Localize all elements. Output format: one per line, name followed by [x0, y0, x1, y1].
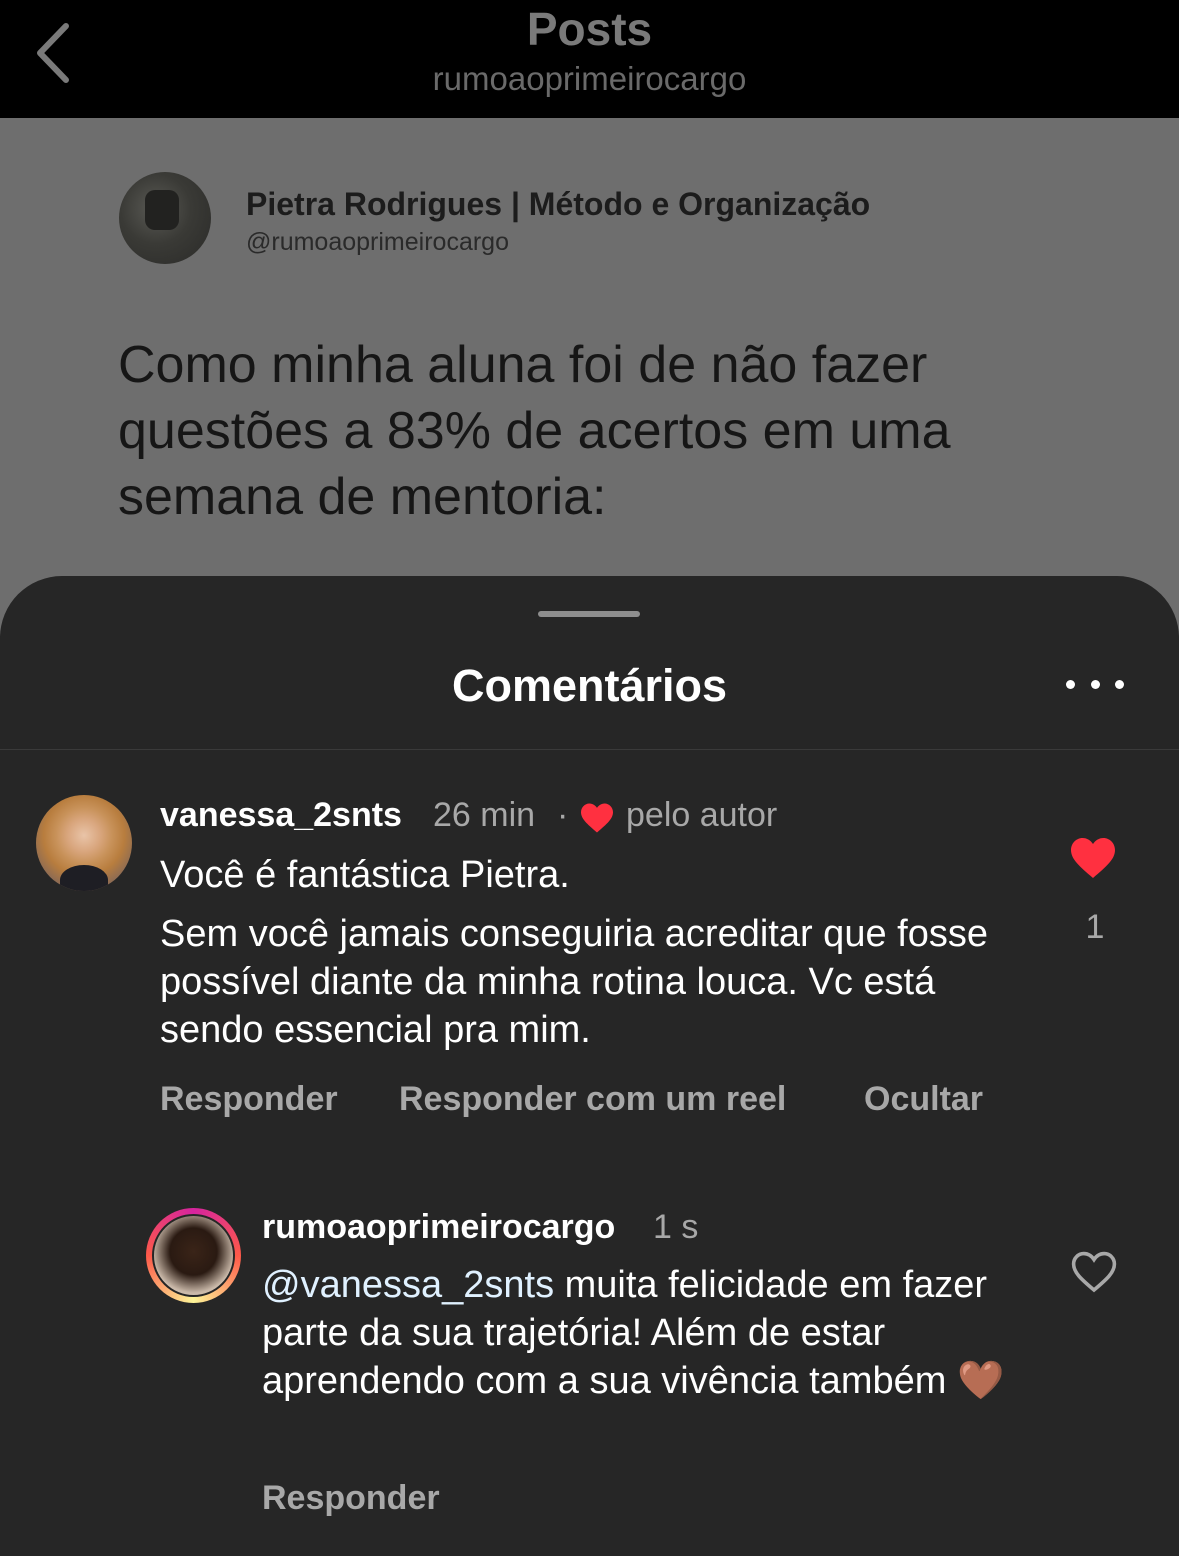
- more-dot: [1115, 679, 1124, 689]
- reply-button[interactable]: Responder: [160, 1080, 338, 1119]
- reply-like-button[interactable]: [1070, 1250, 1120, 1294]
- post-author-avatar: [119, 172, 211, 264]
- comment-like-count: 1: [1085, 908, 1105, 946]
- reply-username[interactable]: rumoaoprimeirocargo: [262, 1208, 615, 1247]
- sheet-title: Comentários: [451, 660, 728, 711]
- hide-comment-button[interactable]: Ocultar: [864, 1080, 983, 1119]
- brown-heart-emoji: 🤎: [956, 1360, 1005, 1402]
- mention-link[interactable]: @vanessa_2snts: [262, 1264, 554, 1306]
- comment-text-line1: Você é fantástica Pietra.: [160, 854, 570, 896]
- reply-text: @vanessa_2snts muita felicidade em fazer…: [262, 1261, 1022, 1405]
- comments-sheet: Comentários: [0, 576, 1179, 1556]
- comment-text-body: Sem você jamais conseguiria acreditar qu…: [160, 913, 988, 1051]
- reply-with-reel-button[interactable]: Responder com um reel: [399, 1080, 786, 1119]
- post-author-name: Pietra Rodrigues | Método e Organização: [246, 186, 871, 222]
- post-author-handle: @rumoaoprimeirocargo: [246, 228, 509, 256]
- reply-button[interactable]: Responder: [262, 1479, 440, 1518]
- nav-title: Posts: [526, 3, 653, 55]
- nav-subtitle: rumoaoprimeirocargo: [432, 60, 747, 97]
- reply-time: 1 s: [653, 1208, 699, 1246]
- sheet-drag-handle[interactable]: [538, 611, 640, 617]
- top-nav-bar: Posts rumoaoprimeirocargo: [0, 0, 1179, 118]
- heart-outline-icon: [1071, 1251, 1117, 1293]
- more-options-button[interactable]: [1066, 672, 1124, 696]
- more-horizontal-icon: [1066, 679, 1075, 689]
- meta-separator: ·: [557, 796, 569, 834]
- post-caption: Como minha aluna foi de não fazer questõ…: [118, 336, 951, 526]
- liked-by-author-label: pelo autor: [626, 796, 778, 834]
- heart-filled-icon: [581, 803, 613, 833]
- comment-username[interactable]: vanessa_2snts: [160, 796, 402, 835]
- comment-time: 26 min: [433, 796, 536, 834]
- comment-like-button[interactable]: [1068, 836, 1122, 882]
- reply-author-avatar[interactable]: [154, 1216, 233, 1295]
- divider: [0, 749, 1179, 750]
- heart-filled-icon: [1071, 838, 1115, 878]
- commenter-avatar[interactable]: [36, 795, 132, 891]
- more-dot: [1090, 679, 1100, 689]
